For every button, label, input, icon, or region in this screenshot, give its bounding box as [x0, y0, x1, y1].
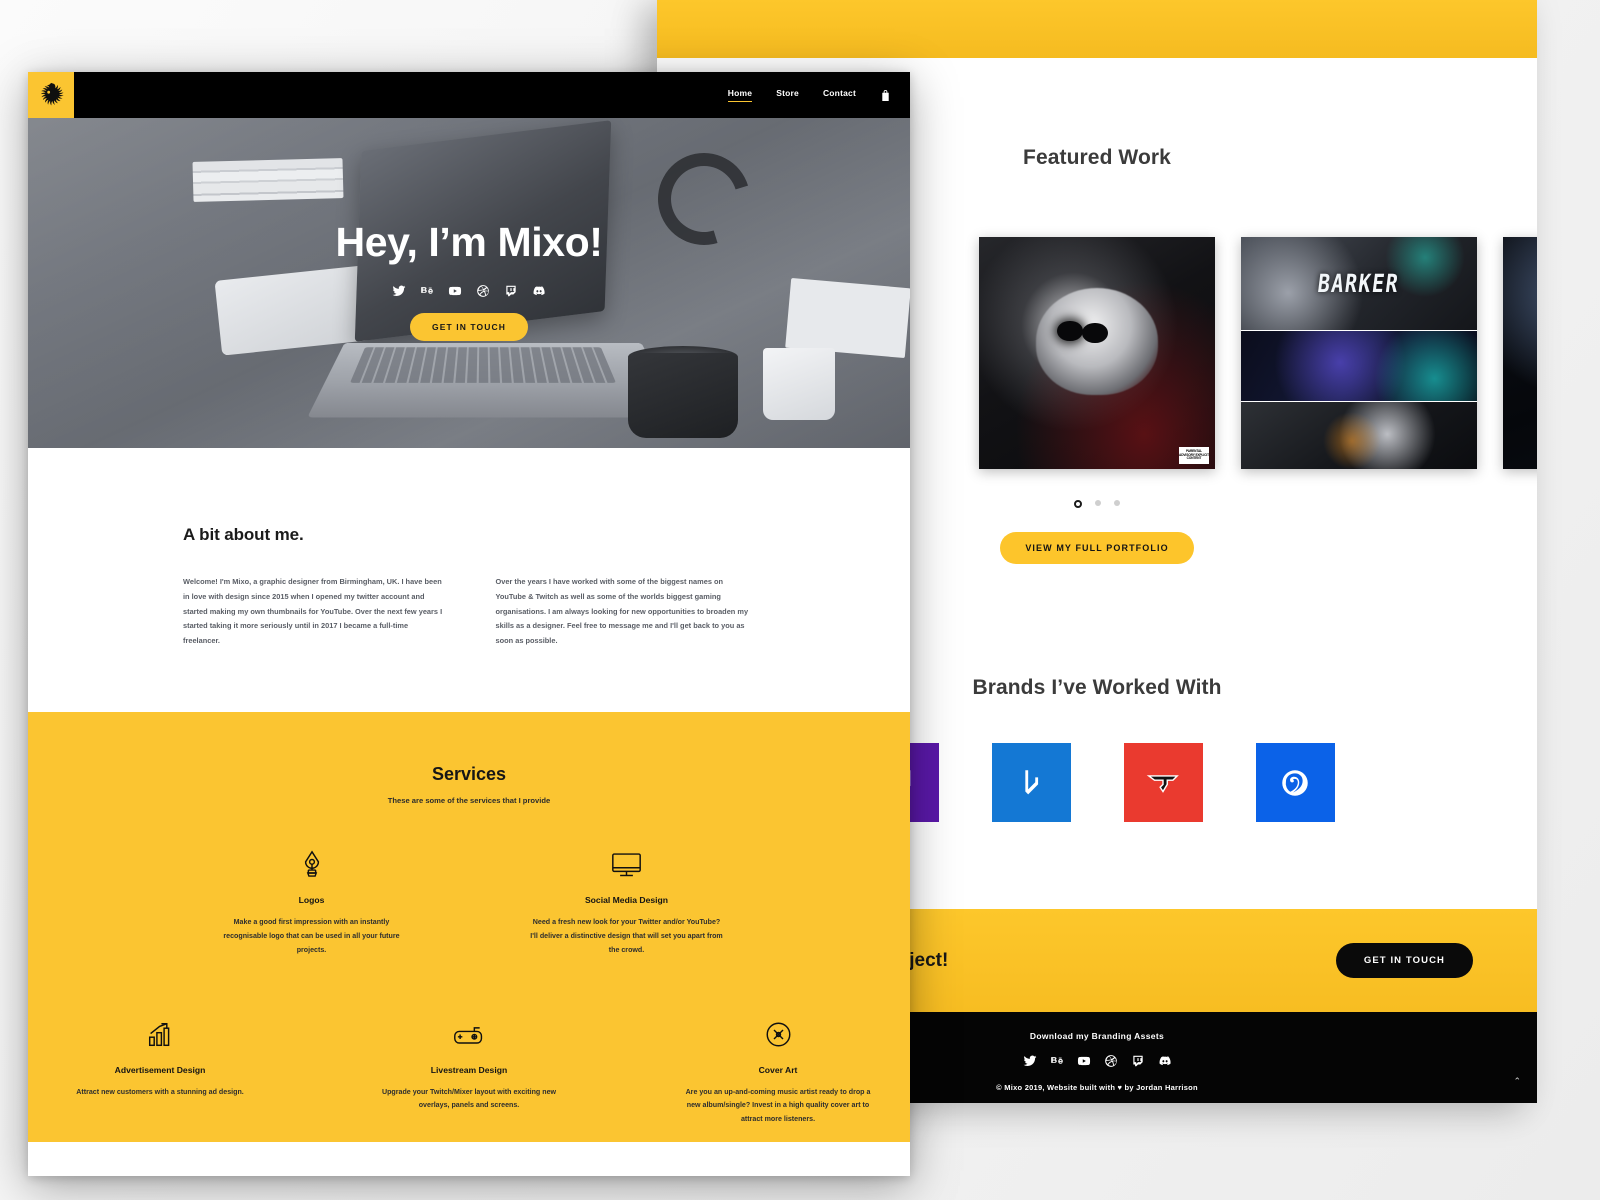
top-navbar: Home Store Contact [28, 72, 910, 118]
hero-title: Hey, I’m Mixo! [335, 219, 603, 265]
back-to-top-icon[interactable]: ⌃ [1513, 1076, 1521, 1087]
service-name: Livestream Design [430, 1064, 508, 1075]
barker-header-banner: BARKER [1241, 237, 1477, 330]
compact-disc-icon [680, 1017, 877, 1053]
home-page-window: Home Store Contact Hey, I’m Mixo! GET IN… [28, 72, 910, 1176]
twitter-icon[interactable] [1023, 1054, 1037, 1068]
services-subtitle: These are some of the services that I pr… [387, 796, 551, 806]
orange-banner [1241, 401, 1477, 469]
service-desc: Upgrade your Twitch/Mixer layout with ex… [381, 1087, 557, 1110]
purple-banner [1241, 329, 1477, 402]
youtube-icon[interactable] [1077, 1054, 1091, 1068]
monitor-icon [528, 847, 725, 883]
twitch-icon[interactable] [1131, 1054, 1145, 1068]
yellow-top-band [657, 0, 1537, 58]
carousel-dot-1[interactable] [1074, 500, 1082, 508]
behance-icon[interactable] [1050, 1054, 1064, 1068]
service-card-advertisement-design: Advertisement Design Attract new custome… [62, 1017, 259, 1127]
services-row-bottom: Advertisement Design Attract new custome… [28, 1017, 910, 1127]
shopping-bag-icon[interactable] [880, 89, 891, 102]
faze-logo-icon [1146, 774, 1179, 793]
service-name: Logos [298, 895, 325, 906]
nav-link-contact[interactable]: Contact [823, 88, 856, 102]
brawlhalla-brand-tile[interactable] [991, 743, 1071, 822]
nav-link-home[interactable]: Home [727, 88, 753, 102]
twitter-icon[interactable] [392, 284, 406, 298]
service-desc: Are you an up-and-coming music artist re… [685, 1087, 871, 1124]
services-row-top: Logos Make a good first impression with … [28, 847, 910, 957]
cta-get-in-touch-button[interactable]: GET IN TOUCH [1335, 943, 1473, 978]
service-card-cover-art: Cover Art Are you an up-and-coming music… [680, 1017, 877, 1127]
discord-icon[interactable] [532, 284, 546, 298]
service-desc: Need a fresh new look for your Twitter a… [530, 918, 723, 954]
work-card[interactable] [1503, 237, 1537, 469]
dribbble-icon[interactable] [1104, 1054, 1118, 1068]
nav-link-store[interactable]: Store [776, 88, 799, 102]
faze-clan-brand-tile[interactable] [1123, 743, 1203, 822]
view-full-portfolio-button[interactable]: VIEW MY FULL PORTFOLIO [1000, 532, 1194, 564]
about-title: A bit about me. [183, 525, 304, 544]
hero-content: Hey, I’m Mixo! GET IN TOUCH [28, 118, 910, 448]
barker-banner-artwork: BARKER [1241, 237, 1477, 469]
work-card[interactable]: PARENTAL ADVISORY EXPLICIT CONTENT [979, 237, 1215, 469]
about-paragraph-right: Over the years I have worked with some o… [495, 577, 749, 646]
barker-wordmark: BARKER [1316, 268, 1402, 299]
behance-icon[interactable] [420, 284, 434, 298]
service-card-livestream-design: Livestream Design Upgrade your Twitch/Mi… [371, 1017, 568, 1127]
about-paragraph-left: Welcome! I'm Mixo, a graphic designer fr… [183, 577, 443, 646]
carousel-dot-3[interactable] [1114, 500, 1120, 506]
mixo-lion-logo[interactable] [28, 72, 74, 118]
skull-album-cover-artwork: PARENTAL ADVISORY EXPLICIT CONTENT [979, 237, 1215, 469]
bar-chart-growth-icon [62, 1017, 259, 1053]
nav-links: Home Store Contact [727, 88, 910, 102]
pen-nib-icon [213, 847, 410, 883]
service-card-social-media-design: Social Media Design Need a fresh new loo… [528, 847, 725, 957]
services-section: Services These are some of the services … [28, 712, 910, 1143]
service-card-logos: Logos Make a good first impression with … [213, 847, 410, 957]
lion-head-icon [40, 82, 64, 106]
about-columns: Welcome! I'm Mixo, a graphic designer fr… [183, 575, 755, 649]
dignitas-brand-tile[interactable] [1255, 743, 1335, 822]
dribbble-icon[interactable] [476, 284, 490, 298]
services-title: Services [431, 764, 507, 785]
work-card[interactable]: BARKER [1241, 237, 1477, 469]
carousel-dot-2[interactable] [1095, 500, 1101, 506]
hero-section: Hey, I’m Mixo! GET IN TOUCH [28, 118, 910, 448]
service-desc: Attract new customers with a stunning ad… [76, 1087, 244, 1096]
about-section: A bit about me. Welcome! I'm Mixo, a gra… [28, 448, 910, 650]
d-logo-icon [1282, 769, 1308, 796]
service-desc: Make a good first impression with an ins… [223, 918, 400, 954]
twitch-icon[interactable] [504, 284, 518, 298]
service-name: Advertisement Design [114, 1064, 206, 1075]
hero-social-row [392, 284, 546, 298]
hero-get-in-touch-button[interactable]: GET IN TOUCH [410, 313, 528, 341]
gamepad-icon [371, 1017, 568, 1053]
service-name: Cover Art [758, 1064, 798, 1075]
youtube-icon[interactable] [448, 284, 462, 298]
parental-advisory-label: PARENTAL ADVISORY EXPLICIT CONTENT [1179, 447, 1209, 464]
b-logo-icon [1025, 769, 1039, 794]
discord-icon[interactable] [1158, 1054, 1172, 1068]
service-name: Social Media Design [584, 895, 669, 906]
dark-nebula-artwork-2 [1503, 237, 1537, 469]
